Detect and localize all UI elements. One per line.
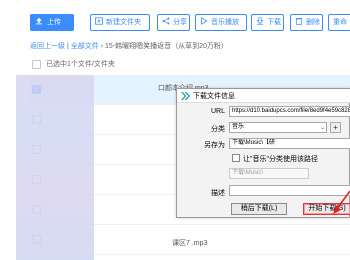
download-dialog: 下载文件信息 URL https://d10.baidupcs.com/file… (176, 88, 350, 218)
new-folder-button[interactable]: 新建文件夹 (90, 14, 150, 31)
upload-icon (36, 17, 42, 25)
delete-label: 删除 (306, 19, 320, 26)
music-play-button[interactable]: 音乐播放 (195, 14, 247, 31)
rename-label: 重命 (333, 19, 347, 26)
blurred-thumbnails (16, 75, 94, 260)
breadcrumb-back-link[interactable]: 返回上一级 (30, 43, 65, 50)
download-button[interactable]: 下载 (251, 14, 284, 31)
download-icon (256, 17, 264, 25)
play-icon (201, 17, 208, 25)
new-folder-label: 新建文件夹 (106, 19, 141, 26)
description-label: 描述 (211, 190, 225, 197)
dialog-title: 下载文件信息 (193, 93, 235, 100)
thunder-logo-icon (181, 92, 190, 100)
upload-label: 上传 (47, 19, 61, 26)
remember-path-checkbox[interactable]: 让"音乐"分类使用该路径 (232, 154, 318, 164)
share-label: 分享 (173, 19, 187, 26)
file-name[interactable]: 课区7 .mp3 (172, 238, 207, 248)
music-play-label: 音乐播放 (211, 19, 239, 26)
remember-path-label: 让"音乐"分类使用该路径 (243, 156, 318, 163)
share-button[interactable]: 分享 (157, 14, 190, 31)
dialog-title-bar: 下载文件信息 (177, 89, 350, 103)
breadcrumb: 返回上一级 | 全部文件 › 15-韩曜翔嗯笑播返音（从草到20万粉） (30, 41, 228, 53)
save-as-field[interactable]: 下载\Music\【研 (229, 138, 350, 149)
category-value: 音乐 (232, 124, 245, 130)
save-as-label: 另存为 (204, 142, 225, 149)
url-field[interactable]: https://d10.baidupcs.com/file/8ed9f4e59c… (229, 106, 350, 117)
toolbar: 上传 新建文件夹 分享 音乐播放 下载 删除 重命 (0, 0, 350, 44)
select-all-checkbox[interactable] (32, 60, 41, 69)
download-later-button[interactable]: 稍后下载(L) (231, 203, 287, 215)
delete-button[interactable]: 删除 (290, 14, 323, 31)
share-icon (162, 17, 170, 25)
add-category-button[interactable]: + (330, 122, 341, 133)
breadcrumb-current-folder: 15-韩曜翔嗯笑播返音（从草到20万粉） (104, 43, 228, 50)
category-select[interactable]: 音乐 ⌄ (229, 122, 327, 133)
chevron-down-icon: ⌄ (319, 125, 325, 131)
new-folder-icon (95, 17, 103, 25)
trash-icon (295, 17, 303, 25)
selection-status-row: 已选中1个文件/文件夹 (30, 59, 350, 71)
url-label: URL (210, 108, 225, 115)
upload-button[interactable]: 上传 (30, 14, 74, 31)
rename-button[interactable]: 重命 (328, 14, 350, 31)
download-label: 下载 (267, 19, 281, 26)
checkbox-box[interactable] (232, 154, 240, 162)
path-hint-field: 下载\Music\ (229, 168, 309, 179)
selection-status-text: 已选中1个文件/文件夹 (46, 61, 115, 68)
annotation-arrow-icon (333, 190, 350, 214)
breadcrumb-all-files-link[interactable]: 全部文件 (71, 43, 99, 50)
category-label: 分类 (211, 126, 225, 133)
